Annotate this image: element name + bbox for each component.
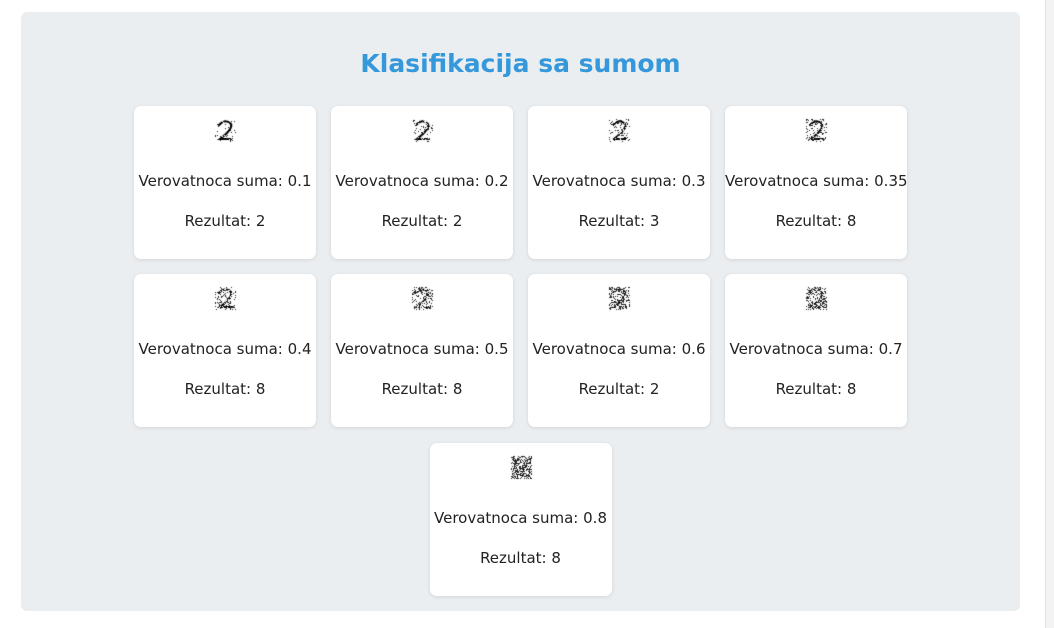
cards-row-3: Verovatnoca suma: 0.8 Rezultat: 8 xyxy=(21,443,1020,596)
result-card: Verovatnoca suma: 0.1 Rezultat: 2 xyxy=(134,106,316,259)
noisy-digit-image xyxy=(605,116,633,144)
noisy-digit-image xyxy=(802,284,830,312)
noise-probability-label: Verovatnoca suma: 0.6 xyxy=(532,340,706,358)
result-card: Verovatnoca suma: 0.6 Rezultat: 2 xyxy=(528,274,710,427)
result-card: Verovatnoca suma: 0.4 Rezultat: 8 xyxy=(134,274,316,427)
result-card: Verovatnoca suma: 0.8 Rezultat: 8 xyxy=(429,443,612,596)
cards-row-1: Verovatnoca suma: 0.1 Rezultat: 2 Verova… xyxy=(21,106,1020,259)
noise-probability-label: Verovatnoca suma: 0.5 xyxy=(335,340,509,358)
page-scrollbar[interactable] xyxy=(1045,0,1054,628)
noisy-digit-image xyxy=(408,284,436,312)
classification-result-label: Rezultat: 2 xyxy=(381,212,463,230)
noise-probability-label: Verovatnoca suma: 0.8 xyxy=(434,509,607,527)
noise-probability-label: Verovatnoca suma: 0.35 xyxy=(725,172,908,190)
noisy-digit-image xyxy=(802,116,830,144)
cards-row-2: Verovatnoca suma: 0.4 Rezultat: 8 Verova… xyxy=(21,274,1020,427)
classification-result-label: Rezultat: 3 xyxy=(578,212,660,230)
noise-probability-label: Verovatnoca suma: 0.1 xyxy=(138,172,312,190)
classification-result-label: Rezultat: 2 xyxy=(578,380,660,398)
noise-probability-label: Verovatnoca suma: 0.2 xyxy=(335,172,509,190)
result-card: Verovatnoca suma: 0.7 Rezultat: 8 xyxy=(725,274,907,427)
noise-probability-label: Verovatnoca suma: 0.4 xyxy=(138,340,312,358)
page-title: Klasifikacija sa sumom xyxy=(360,49,681,78)
result-card: Verovatnoca suma: 0.5 Rezultat: 8 xyxy=(331,274,513,427)
result-card: Verovatnoca suma: 0.35 Rezultat: 8 xyxy=(725,106,908,259)
result-card: Verovatnoca suma: 0.3 Rezultat: 3 xyxy=(528,106,710,259)
noisy-digit-image xyxy=(605,284,633,312)
noisy-digit-image xyxy=(211,116,239,144)
noisy-digit-image xyxy=(211,284,239,312)
classification-result-label: Rezultat: 8 xyxy=(775,212,857,230)
noise-probability-label: Verovatnoca suma: 0.3 xyxy=(532,172,706,190)
classification-result-label: Rezultat: 8 xyxy=(381,380,463,398)
result-card: Verovatnoca suma: 0.2 Rezultat: 2 xyxy=(331,106,513,259)
classification-result-label: Rezultat: 8 xyxy=(480,549,561,567)
classification-result-label: Rezultat: 2 xyxy=(184,212,266,230)
noisy-digit-image xyxy=(506,453,535,481)
noise-probability-label: Verovatnoca suma: 0.7 xyxy=(729,340,903,358)
classification-result-label: Rezultat: 8 xyxy=(775,380,857,398)
classification-result-label: Rezultat: 8 xyxy=(184,380,266,398)
noisy-digit-image xyxy=(408,116,436,144)
main-panel: Klasifikacija sa sumom Verovatnoca suma:… xyxy=(21,12,1020,611)
